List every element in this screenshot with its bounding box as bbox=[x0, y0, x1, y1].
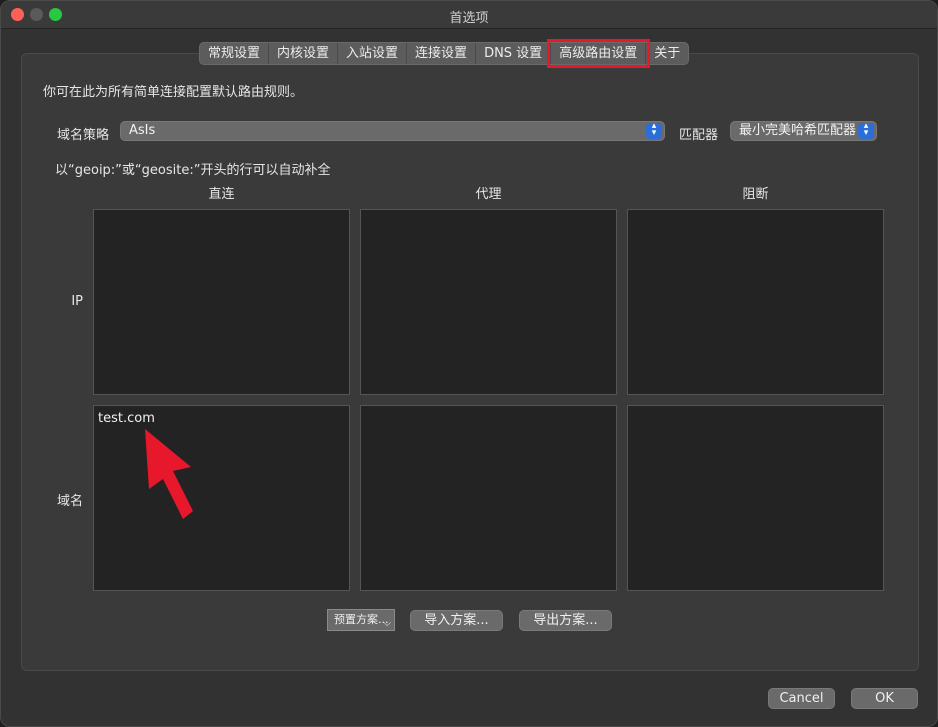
red-arrow-annotation-icon bbox=[145, 429, 193, 519]
tab-inbound[interactable]: 入站设置 bbox=[338, 43, 408, 64]
window-title: 首选项 bbox=[449, 11, 489, 26]
column-header-block: 阻断 bbox=[742, 187, 769, 202]
chevron-updown-icon: ▴ ▾ bbox=[858, 122, 874, 139]
row-header-domain: 域名 bbox=[56, 494, 83, 509]
tab-dns[interactable]: DNS 设置 bbox=[476, 43, 552, 64]
domain-strategy-value: AsIs bbox=[129, 123, 156, 138]
ip-proxy-textarea[interactable] bbox=[360, 209, 617, 395]
export-scheme-button[interactable]: 导出方案... bbox=[519, 610, 612, 631]
domain-strategy-select[interactable]: AsIs ▴ ▾ bbox=[120, 121, 665, 141]
page-description: 你可在此为所有简单连接配置默认路由规则。 bbox=[43, 85, 304, 100]
preset-select[interactable]: 预置方案... ⌵ bbox=[327, 609, 395, 631]
domain-direct-textarea[interactable]: test.com bbox=[93, 405, 350, 591]
tab-advanced-routing[interactable]: 高级路由设置 bbox=[547, 39, 651, 68]
column-header-direct: 直连 bbox=[208, 187, 235, 202]
ip-direct-textarea[interactable] bbox=[93, 209, 350, 395]
preferences-window: 首选项 常规设置 内核设置 入站设置 连接设置 DNS 设置 高级路由设置 关于… bbox=[0, 0, 938, 727]
cancel-button[interactable]: Cancel bbox=[768, 688, 835, 709]
ok-button[interactable]: OK bbox=[851, 688, 918, 709]
preset-select-label: 预置方案... bbox=[334, 613, 389, 626]
row-header-ip: IP bbox=[71, 294, 83, 309]
tab-bar: 常规设置 内核设置 入站设置 连接设置 DNS 设置 高级路由设置 关于 bbox=[199, 39, 690, 68]
domain-block-textarea[interactable] bbox=[627, 405, 884, 591]
autocomplete-hint: 以“geoip:”或“geosite:”开头的行可以自动补全 bbox=[55, 163, 331, 178]
tab-connection[interactable]: 连接设置 bbox=[407, 43, 477, 64]
chevron-down-icon: ⌵ bbox=[383, 618, 391, 629]
ip-block-textarea[interactable] bbox=[627, 209, 884, 395]
import-scheme-button[interactable]: 导入方案... bbox=[410, 610, 503, 631]
matcher-select[interactable]: 最小完美哈希匹配器 ▴ ▾ bbox=[730, 121, 877, 141]
domain-proxy-textarea[interactable] bbox=[360, 405, 617, 591]
tab-core[interactable]: 内核设置 bbox=[269, 43, 339, 64]
column-header-proxy: 代理 bbox=[475, 187, 502, 202]
domain-strategy-label: 域名策略 bbox=[57, 128, 110, 143]
title-bar: 首选项 bbox=[1, 1, 937, 29]
tab-about[interactable]: 关于 bbox=[646, 43, 688, 64]
matcher-label: 匹配器 bbox=[679, 128, 719, 143]
chevron-updown-icon: ▴ ▾ bbox=[646, 122, 662, 139]
matcher-value: 最小完美哈希匹配器 bbox=[739, 123, 857, 138]
tab-general[interactable]: 常规设置 bbox=[200, 43, 270, 64]
